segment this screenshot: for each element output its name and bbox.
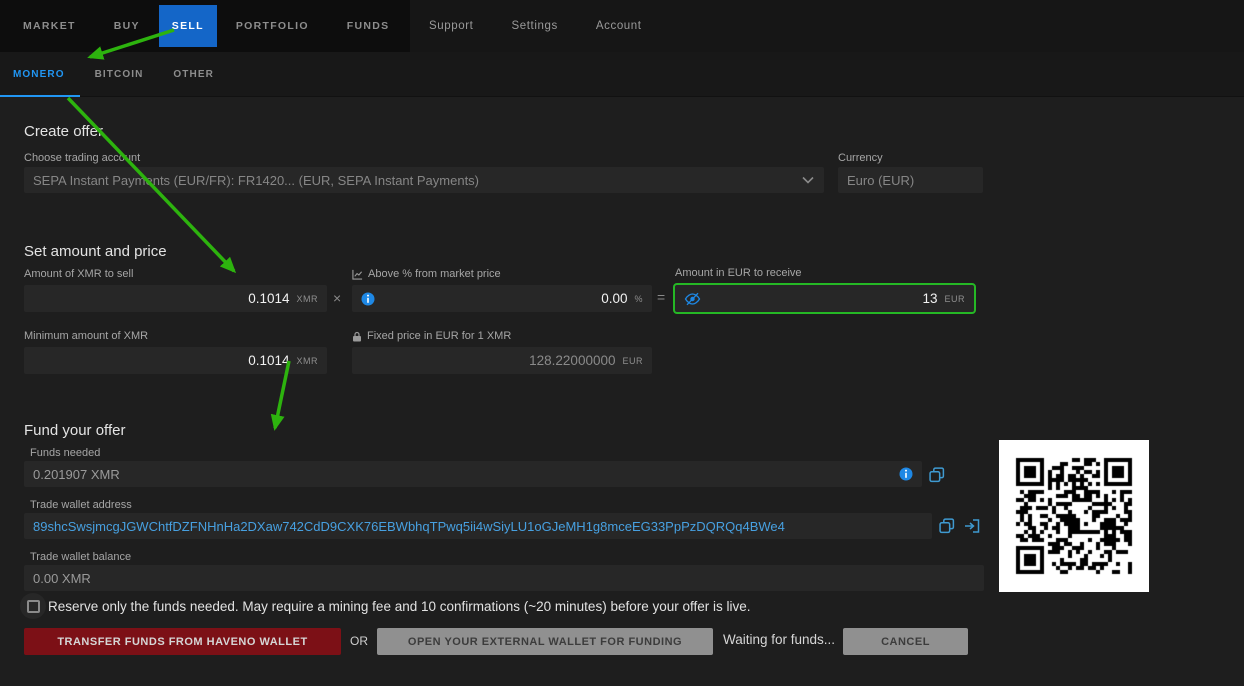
- wallet-balance-value: 0.00 XMR: [33, 571, 975, 586]
- or-label: OR: [350, 634, 368, 648]
- fixed-price-input[interactable]: 128.22000000 EUR: [352, 347, 652, 374]
- trading-account-value: SEPA Instant Payments (EUR/FR): FR1420..…: [33, 173, 802, 188]
- nav-item-support[interactable]: Support: [410, 0, 492, 52]
- fixed-price-unit: EUR: [622, 356, 643, 366]
- cancel-button[interactable]: CANCEL: [843, 628, 968, 655]
- currency-label: Currency: [838, 152, 883, 164]
- chart-icon: [352, 269, 363, 280]
- wallet-address-field[interactable]: 89shcSwsjmcgJGWChtfDZFNHnHa2DXaw742CdD9C…: [24, 513, 932, 539]
- tab-monero[interactable]: MONERO: [0, 52, 80, 96]
- fixed-price-label-text: Fixed price in EUR for 1 XMR: [367, 330, 511, 342]
- copy-funds-needed-icon[interactable]: [929, 467, 945, 488]
- amount-label: Amount of XMR to sell: [24, 268, 133, 280]
- currency-value: Euro (EUR): [847, 173, 914, 188]
- receive-input[interactable]: 13 EUR: [673, 283, 976, 314]
- receive-label: Amount in EUR to receive: [675, 267, 802, 279]
- nav-item-market[interactable]: MARKET: [4, 0, 95, 52]
- checkbox-box: [27, 600, 40, 613]
- market-margin-label-text: Above % from market price: [368, 268, 501, 280]
- trading-account-label: Choose trading account: [24, 152, 140, 164]
- multiply-sign: ×: [333, 290, 341, 306]
- min-amount-unit: XMR: [297, 356, 319, 366]
- min-amount-input[interactable]: 0.1014 XMR: [24, 347, 327, 374]
- nav-item-sell[interactable]: SELL: [159, 5, 217, 47]
- lock-icon: [352, 331, 362, 342]
- amount-input[interactable]: 0.1014 XMR: [24, 285, 327, 312]
- chevron-down-icon: [802, 176, 814, 184]
- eye-off-icon[interactable]: [684, 292, 701, 306]
- amount-unit: XMR: [297, 294, 319, 304]
- fund-offer-title: Fund your offer: [24, 422, 125, 439]
- tab-other[interactable]: OTHER: [158, 52, 229, 96]
- reserve-checkbox-label: Reserve only the funds needed. May requi…: [48, 599, 751, 614]
- open-wallet-icon[interactable]: [964, 519, 980, 538]
- funds-needed-field[interactable]: 0.201907 XMR: [24, 461, 922, 487]
- nav-item-buy[interactable]: BUY: [95, 0, 159, 52]
- wallet-address-label: Trade wallet address: [30, 499, 132, 511]
- info-icon[interactable]: [899, 467, 913, 481]
- wallet-address-value: 89shcSwsjmcgJGWChtfDZFNHnHa2DXaw742CdD9C…: [33, 519, 923, 534]
- funds-needed-label: Funds needed: [30, 447, 100, 459]
- min-amount-label: Minimum amount of XMR: [24, 330, 148, 342]
- receive-unit: EUR: [944, 294, 965, 304]
- reserve-checkbox[interactable]: [20, 593, 46, 619]
- fixed-price-label: Fixed price in EUR for 1 XMR: [352, 330, 511, 342]
- nav-item-account[interactable]: Account: [577, 0, 661, 52]
- qr-code-canvas: [999, 440, 1149, 592]
- top-navigation-main: MARKET BUY SELL PORTFOLIO FUNDS: [0, 0, 410, 52]
- amount-price-title: Set amount and price: [24, 243, 167, 260]
- receive-value: 13: [701, 291, 937, 306]
- market-margin-label: Above % from market price: [352, 268, 501, 280]
- market-margin-unit: %: [634, 294, 643, 304]
- nav-item-portfolio[interactable]: PORTFOLIO: [217, 0, 328, 52]
- create-offer-title: Create offer: [24, 123, 103, 140]
- wallet-balance-field[interactable]: 0.00 XMR: [24, 565, 984, 591]
- market-margin-value: 0.00: [375, 291, 627, 306]
- top-navigation-secondary: Support Settings Account: [410, 0, 661, 52]
- equals-sign: =: [657, 289, 665, 305]
- funding-status-text: Waiting for funds...: [723, 632, 835, 647]
- nav-item-settings[interactable]: Settings: [492, 0, 576, 52]
- top-navigation: MARKET BUY SELL PORTFOLIO FUNDS Support …: [0, 0, 1244, 52]
- wallet-balance-label: Trade wallet balance: [30, 551, 131, 563]
- qr-code: [999, 440, 1149, 592]
- external-wallet-button[interactable]: OPEN YOUR EXTERNAL WALLET FOR FUNDING: [377, 628, 713, 655]
- trading-account-select[interactable]: SEPA Instant Payments (EUR/FR): FR1420..…: [24, 167, 824, 193]
- amount-value: 0.1014: [33, 291, 290, 306]
- tab-bitcoin[interactable]: BITCOIN: [80, 52, 159, 96]
- market-margin-input[interactable]: 0.00 %: [352, 285, 652, 312]
- fixed-price-value: 128.22000000: [361, 353, 615, 368]
- min-amount-value: 0.1014: [33, 353, 290, 368]
- transfer-funds-button[interactable]: TRANSFER FUNDS FROM HAVENO WALLET: [24, 628, 341, 655]
- info-icon[interactable]: [361, 292, 375, 306]
- copy-address-icon[interactable]: [939, 518, 955, 539]
- currency-field[interactable]: Euro (EUR): [838, 167, 983, 193]
- sub-navigation: MONERO BITCOIN OTHER: [0, 52, 1244, 97]
- nav-item-funds[interactable]: FUNDS: [328, 0, 409, 52]
- funds-needed-value: 0.201907 XMR: [33, 467, 899, 482]
